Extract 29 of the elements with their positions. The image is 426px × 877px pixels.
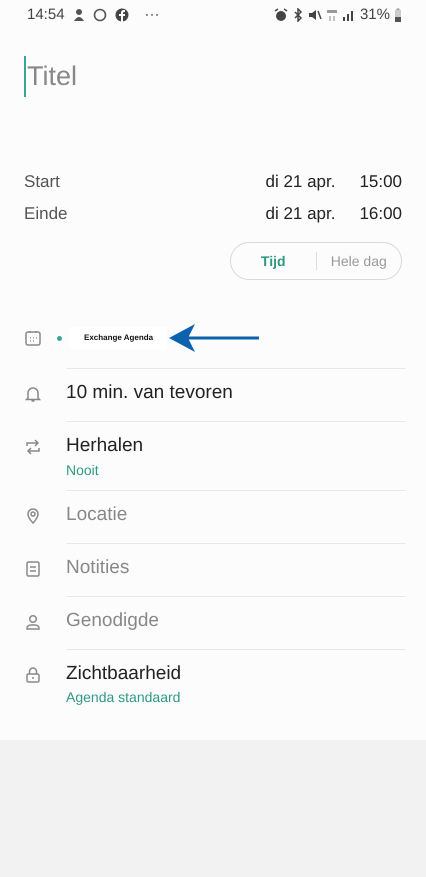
more-text: ···	[144, 4, 160, 25]
time-label: Einde	[24, 203, 68, 226]
facebook-icon	[114, 8, 129, 22]
time-label: Start	[24, 171, 60, 194]
bell-icon	[25, 386, 41, 402]
time-text[interactable]: 15:00	[359, 169, 402, 195]
date-text[interactable]: di 21 apr.	[266, 201, 336, 227]
bluetooth-icon	[292, 8, 304, 22]
title-field[interactable]: Titel	[24, 56, 402, 96]
date-text[interactable]: di 21 apr.	[266, 169, 336, 195]
row-title[interactable]: 10 min. van tevoren	[66, 382, 406, 405]
battery-icon	[394, 8, 402, 22]
calendar-icon	[25, 330, 41, 346]
clock-text: 14:54	[27, 4, 65, 25]
note-icon	[25, 560, 41, 577]
person-icon	[25, 614, 41, 630]
row-title[interactable]: Zichtbaarheid	[66, 662, 406, 686]
mute-icon	[308, 8, 322, 22]
notification-icon	[72, 8, 85, 22]
signal-icon	[342, 8, 356, 22]
circle-icon	[92, 8, 107, 22]
repeat-icon	[25, 439, 41, 455]
location-icon	[25, 508, 41, 524]
battery-text: 31%	[360, 4, 390, 25]
lock-icon	[25, 666, 41, 683]
alarm-icon	[274, 8, 288, 22]
time-text[interactable]: 16:00	[359, 201, 402, 227]
row-title[interactable]: Herhalen	[66, 435, 406, 458]
arrow-icon	[169, 323, 262, 353]
